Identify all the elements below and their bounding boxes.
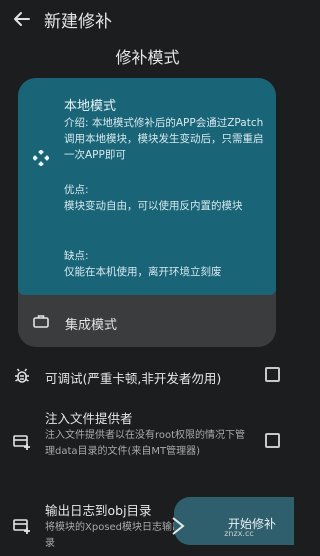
debuggable-checkbox[interactable] (265, 367, 280, 382)
watermark-logo: znzx.cc (172, 517, 254, 538)
section-title: 修补模式 (115, 48, 180, 67)
file-provider-title: 注入文件提供者 (45, 411, 133, 426)
file-add-icon (13, 435, 30, 450)
arrow-left-icon[interactable] (12, 9, 32, 29)
svg-text:znzx.cc: znzx.cc (224, 529, 254, 538)
integrated-mode-label: 集成模式 (65, 318, 118, 333)
file-add-icon (13, 519, 30, 534)
briefcase-icon (33, 315, 49, 328)
local-mode-intro: 介绍: 本地模式修补后的APP会通过ZPatch调用本地模块，模块发生变动后，只… (64, 117, 264, 161)
pros-text: 模块变动自由，可以使用反内置的模块 (64, 200, 243, 212)
diamond-dots-icon (33, 150, 49, 166)
cons-text: 仅能在本机使用，离开环境立刻废 (64, 266, 222, 278)
file-provider-desc: 注入文件提供者以在没有root权限的情况下管理data目录的文件(来自MT管理器… (45, 430, 246, 457)
local-mode-title: 本地模式 (64, 99, 117, 114)
page-title: 新建修补 (44, 12, 112, 32)
log-output-title: 输出日志到obj目录 (45, 503, 152, 518)
debuggable-title: 可调试(严重卡顿,非开发者勿用) (45, 371, 222, 386)
bug-icon (15, 368, 29, 383)
pros-label: 优点: (64, 184, 89, 196)
integrated-mode-option[interactable]: 集成模式 (18, 298, 276, 347)
cons-label: 缺点: (64, 250, 89, 262)
top-app-bar: 新建修补 (0, 0, 295, 38)
file-provider-checkbox[interactable] (265, 433, 280, 448)
